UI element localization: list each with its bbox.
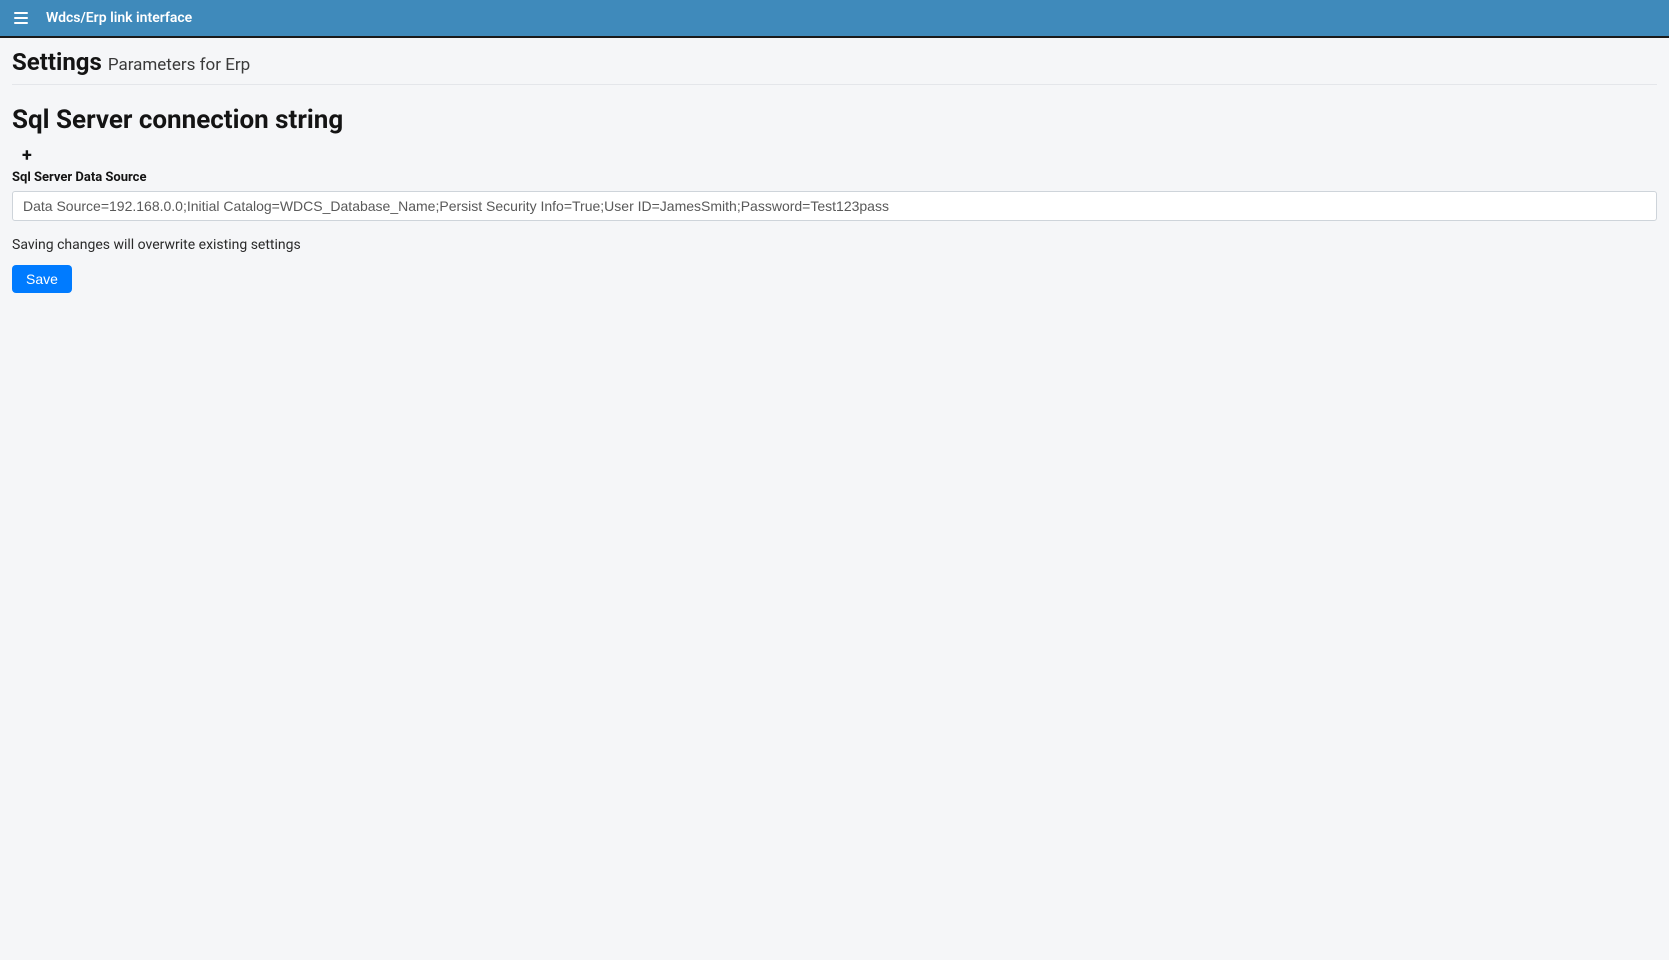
- hamburger-menu-icon[interactable]: [14, 9, 32, 27]
- save-button[interactable]: Save: [12, 265, 72, 293]
- add-icon[interactable]: +: [22, 145, 32, 166]
- sql-server-data-source-input[interactable]: [12, 191, 1657, 221]
- page-title: Settings: [12, 48, 102, 76]
- field-label: Sql Server Data Source: [12, 170, 1657, 185]
- main-content: Settings Parameters for Erp Sql Server c…: [0, 38, 1669, 305]
- page-subtitle: Parameters for Erp: [108, 55, 250, 75]
- warning-text: Saving changes will overwrite existing s…: [12, 237, 1657, 253]
- page-title-row: Settings Parameters for Erp: [12, 48, 1657, 85]
- section-heading: Sql Server connection string: [12, 105, 1657, 135]
- app-title: Wdcs/Erp link interface: [46, 10, 192, 26]
- app-header: Wdcs/Erp link interface: [0, 0, 1669, 38]
